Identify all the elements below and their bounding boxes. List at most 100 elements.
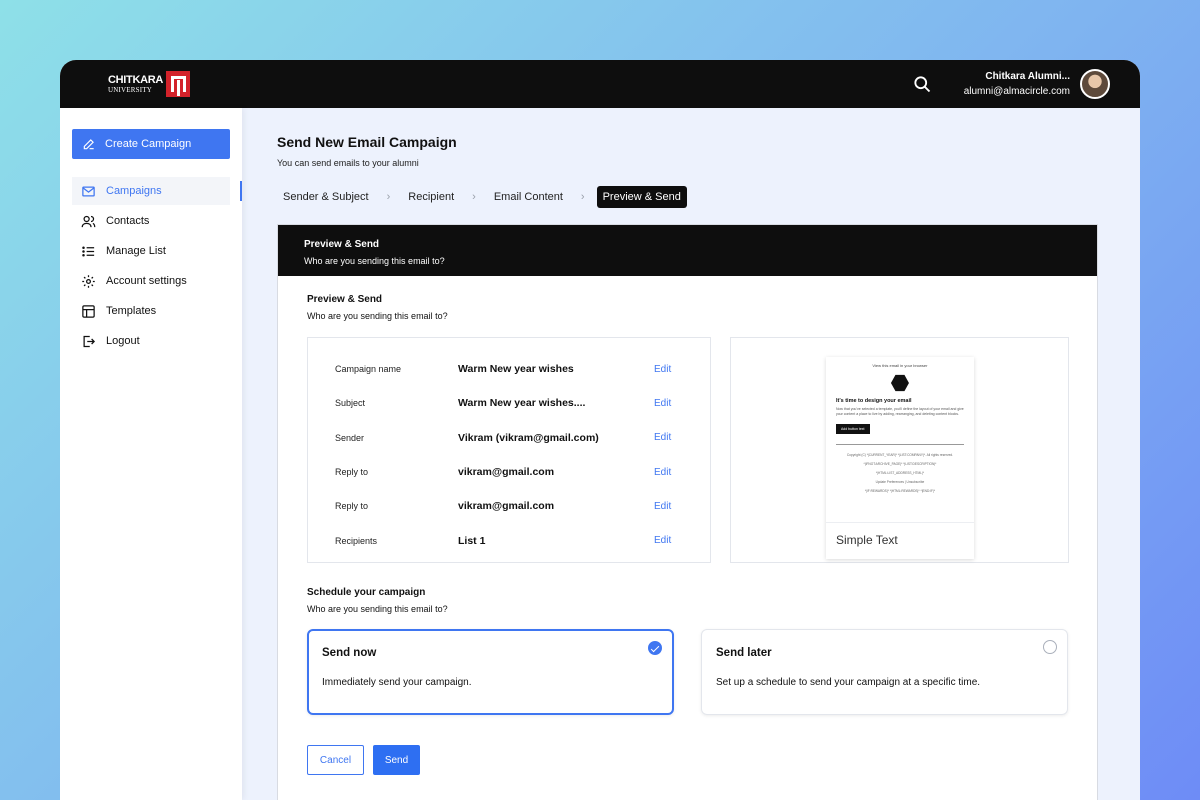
list-icon <box>82 246 95 256</box>
edit-sender-link[interactable]: Edit <box>654 432 671 443</box>
template-footer-line: *|HTML:LIST_ADDRESS_HTML|* <box>875 471 924 475</box>
card-title: Preview & Send <box>304 239 380 250</box>
detail-label: Reply to <box>335 501 369 512</box>
sidebar-item-logout[interactable]: Logout <box>72 327 230 355</box>
stepper: Sender & Subject › Recipient › Email Con… <box>277 186 1098 208</box>
step-email-content[interactable]: Email Content <box>488 186 569 208</box>
sidebar-item-manage-list[interactable]: Manage List <box>72 237 230 265</box>
sidebar-nav: Campaigns Contacts Manage List Account s… <box>72 177 242 355</box>
detail-label: Sender <box>335 432 365 443</box>
detail-value: List 1 <box>458 534 486 547</box>
sidebar-item-contacts[interactable]: Contacts <box>72 207 230 235</box>
template-footer-line: Copyright (C) *|CURRENT_YEAR|* *|LIST:CO… <box>846 453 954 457</box>
template-footer-line: *|IF:REWARDS|* *|HTML:REWARDS|* *|END:IF… <box>864 489 936 493</box>
mail-icon <box>82 186 95 196</box>
sidebar-item-label: Campaigns <box>106 185 162 197</box>
users-icon <box>81 215 96 227</box>
template-name: Simple Text <box>835 533 898 547</box>
template-footer: Copyright (C) *|CURRENT_YEAR|* *|LIST:CO… <box>836 451 964 496</box>
user-info[interactable]: Chitkara Alumni... alumni@almacircle.com <box>964 71 1070 97</box>
edit-subject-link[interactable]: Edit <box>654 398 671 409</box>
detail-row: Campaign name Warm New year wishes Edit <box>335 352 710 386</box>
step-recipient[interactable]: Recipient <box>402 186 460 208</box>
form-actions: Cancel Send <box>307 745 1069 775</box>
sidebar-item-label: Contacts <box>106 215 150 227</box>
detail-row: Recipients List 1 Edit <box>335 523 710 557</box>
template-footer-line: Update Preferences | Unsubscribe <box>875 480 925 484</box>
preview-section-subtitle: Who are you sending this email to? <box>307 311 448 321</box>
detail-label: Recipients <box>335 535 378 546</box>
sidebar-item-label: Manage List <box>106 245 166 257</box>
pencil-icon <box>83 139 94 150</box>
sidebar-item-label: Templates <box>106 305 157 317</box>
sidebar-item-campaigns[interactable]: Campaigns <box>72 177 242 205</box>
edit-campaign-name-link[interactable]: Edit <box>654 364 671 375</box>
logo-text-line2: UNIVERSITY <box>108 85 152 94</box>
user-name: Chitkara Alumni... <box>985 71 1070 82</box>
radio-icon[interactable] <box>1043 640 1057 654</box>
sidebar-item-label: Account settings <box>106 275 187 287</box>
sidebar-item-account-settings[interactable]: Account settings <box>72 267 230 295</box>
logo-text-line1: CHITKARA <box>108 73 164 86</box>
template-thumbnail[interactable]: View this email in your browser It's tim… <box>825 357 974 559</box>
logo-mark-icon <box>166 71 191 97</box>
chevron-right-icon: › <box>386 191 391 203</box>
sidebar-item-templates[interactable]: Templates <box>72 297 230 325</box>
search-icon[interactable] <box>912 74 932 94</box>
option-title: Send now <box>322 647 377 659</box>
template-view-link: View this email in your browser <box>872 363 928 368</box>
send-now-option[interactable]: Send now Immediately send your campaign. <box>307 629 674 715</box>
top-bar: CHITKARA UNIVERSITY Chitkara Alumni... a… <box>60 60 1140 108</box>
check-circle-icon[interactable] <box>648 641 662 655</box>
sidebar: Create Campaign Campaigns Contacts Manag… <box>60 108 242 800</box>
template-body: Now that you've selected a template, you… <box>835 407 964 416</box>
detail-row: Reply to vikram@gmail.com Edit <box>335 455 710 489</box>
gear-icon <box>82 274 95 288</box>
send-later-option[interactable]: Send later Set up a schedule to send you… <box>701 629 1068 715</box>
template-footer-line: *|IFNOT:ARCHIVE_PAGE|* *|LIST:DESCRIPTIO… <box>863 462 937 466</box>
cancel-button[interactable]: Cancel <box>307 745 364 775</box>
detail-label: Reply to <box>335 467 369 478</box>
send-button[interactable]: Send <box>373 745 420 775</box>
template-icon <box>82 304 95 318</box>
option-title: Send later <box>716 647 772 659</box>
card-header: Preview & Send Who are you sending this … <box>278 225 1097 276</box>
chevron-right-icon: › <box>472 191 476 203</box>
template-logo-icon <box>890 374 909 392</box>
detail-row: Subject Warm New year wishes.... Edit <box>335 386 710 420</box>
logout-icon <box>83 335 96 347</box>
template-heading: It's time to design your email <box>835 398 912 404</box>
campaign-details: Campaign name Warm New year wishes Edit … <box>307 337 711 563</box>
avatar[interactable] <box>1080 69 1110 99</box>
detail-value: vikram@gmail.com <box>458 500 555 513</box>
detail-value: Warm New year wishes.... <box>458 397 586 410</box>
detail-label: Subject <box>335 398 366 409</box>
user-email: alumni@almacircle.com <box>963 86 1070 97</box>
schedule-section: Schedule your campaign Who are you sendi… <box>307 587 1069 715</box>
sidebar-item-label: Logout <box>106 335 140 347</box>
main-content: Send New Email Campaign You can send ema… <box>242 108 1140 800</box>
template-preview: View this email in your browser It's tim… <box>729 337 1069 563</box>
edit-reply-to-link[interactable]: Edit <box>654 501 671 512</box>
create-campaign-button[interactable]: Create Campaign <box>72 129 230 159</box>
app-window: CHITKARA UNIVERSITY Chitkara Alumni... a… <box>60 60 1140 800</box>
edit-recipients-link[interactable]: Edit <box>654 535 671 546</box>
logo: CHITKARA UNIVERSITY <box>108 71 191 97</box>
template-divider <box>835 444 964 445</box>
edit-reply-to-link[interactable]: Edit <box>654 467 671 478</box>
template-button: Add button text <box>835 424 870 434</box>
step-sender-subject[interactable]: Sender & Subject <box>277 186 375 208</box>
campaign-card: Preview & Send Who are you sending this … <box>277 224 1098 800</box>
detail-value: Vikram (vikram@gmail.com) <box>458 431 599 444</box>
page-title: Send New Email Campaign <box>277 134 457 150</box>
create-campaign-label: Create Campaign <box>105 138 192 150</box>
preview-section-title: Preview & Send <box>307 294 383 305</box>
chevron-right-icon: › <box>580 191 585 203</box>
card-subtitle: Who are you sending this email to? <box>304 256 445 266</box>
option-desc: Set up a schedule to send your campaign … <box>716 677 981 688</box>
step-preview-send[interactable]: Preview & Send <box>596 186 687 208</box>
detail-label: Campaign name <box>335 364 402 375</box>
detail-value: Warm New year wishes <box>458 363 574 376</box>
option-desc: Immediately send your campaign. <box>322 677 472 688</box>
page-subtitle: You can send emails to your alumni <box>277 158 419 168</box>
